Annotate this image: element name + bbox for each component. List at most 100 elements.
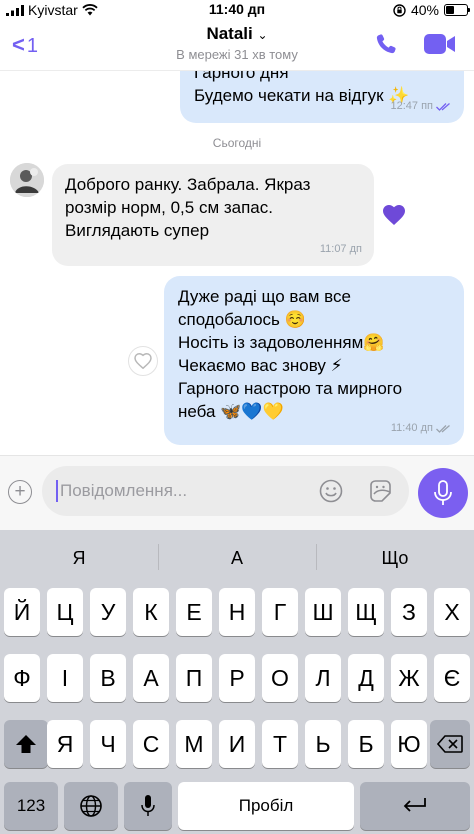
- key-2-1[interactable]: Ф: [4, 654, 40, 702]
- dictation-key[interactable]: [124, 782, 172, 830]
- message-outgoing[interactable]: Дуже раді що вам все сподобалось ☺️ Носі…: [164, 276, 464, 445]
- chevron-down-icon: ⌄: [257, 28, 268, 42]
- video-call-icon[interactable]: [424, 33, 456, 55]
- message-text: Гарного дня Будемо чекати на відгук ✨: [194, 70, 410, 107]
- contact-name: Natali: [206, 24, 253, 43]
- suggestion-2[interactable]: А: [158, 530, 316, 584]
- message-line: Чекаємо вас знову ⚡: [178, 356, 343, 375]
- key-2-8[interactable]: Л: [305, 654, 341, 702]
- key-1-5[interactable]: Е: [176, 588, 212, 636]
- battery-icon: [444, 4, 470, 16]
- message-line: Доброго ранку. Забрала. Якраз: [65, 175, 311, 194]
- space-key[interactable]: Пробіл: [178, 782, 354, 830]
- message-line: Виглядають супер: [65, 221, 210, 240]
- message-list[interactable]: Гарного дня Будемо чекати на відгук ✨ 12…: [0, 70, 474, 455]
- contact-status: В мережі 31 хв тому: [176, 47, 298, 62]
- chat-header: <1 Natali ⌄ В мережі 31 хв тому: [0, 20, 474, 71]
- microphone-button[interactable]: [418, 468, 468, 518]
- status-bar: Kyivstar 11:40 дп 40%: [0, 0, 474, 20]
- message-meta: 11:07 дп: [320, 238, 362, 261]
- message-incoming[interactable]: Доброго ранку. Забрала. Якраз розмір нор…: [52, 164, 374, 266]
- key-3-3[interactable]: С: [133, 720, 169, 768]
- phone-call-icon[interactable]: [374, 32, 398, 56]
- heart-outline-icon: [134, 353, 152, 369]
- key-3-9[interactable]: Ю: [391, 720, 427, 768]
- date-divider: Сьогодні: [212, 136, 262, 150]
- message-composer: + Повідомлення...: [0, 455, 474, 531]
- avatar[interactable]: [10, 163, 44, 197]
- key-2-11[interactable]: Є: [434, 654, 470, 702]
- key-1-9[interactable]: Щ: [348, 588, 384, 636]
- key-3-1[interactable]: Я: [47, 720, 83, 768]
- key-1-3[interactable]: У: [90, 588, 126, 636]
- message-line: сподобалось ☺️: [178, 310, 306, 329]
- orientation-lock-icon: [393, 3, 406, 17]
- message-input[interactable]: Повідомлення...: [42, 466, 409, 516]
- key-2-9[interactable]: Д: [348, 654, 384, 702]
- predictive-bar: Я А Що: [0, 530, 474, 584]
- suggestion-3[interactable]: Що: [316, 530, 474, 584]
- key-3-2[interactable]: Ч: [90, 720, 126, 768]
- key-2-3[interactable]: В: [90, 654, 126, 702]
- backspace-icon: [436, 735, 463, 753]
- return-key[interactable]: [360, 782, 470, 830]
- contact-info[interactable]: Natali ⌄ В мережі 31 хв тому: [0, 24, 474, 62]
- microphone-icon: [141, 795, 155, 816]
- like-button[interactable]: [380, 201, 408, 229]
- message-input-placeholder: Повідомлення...: [56, 480, 187, 502]
- double-check-icon: [436, 425, 450, 433]
- message-meta: 12:47 пп: [391, 95, 453, 118]
- message-time: 12:47 пп: [390, 100, 434, 112]
- key-3-6[interactable]: Т: [262, 720, 298, 768]
- message-line: Гарного дня: [194, 70, 289, 82]
- globe-icon: [80, 795, 102, 817]
- key-1-10[interactable]: З: [391, 588, 427, 636]
- message-outgoing[interactable]: Гарного дня Будемо чекати на відгук ✨ 12…: [180, 70, 464, 123]
- key-1-8[interactable]: Ш: [305, 588, 341, 636]
- battery-percent: 40%: [410, 2, 439, 18]
- key-1-6[interactable]: Н: [219, 588, 255, 636]
- key-1-7[interactable]: Г: [262, 588, 298, 636]
- emoji-icon[interactable]: [319, 479, 343, 503]
- shift-key[interactable]: [4, 720, 48, 768]
- globe-key[interactable]: [64, 782, 118, 830]
- message-line: Гарного настрою та мирного: [178, 379, 403, 398]
- message-text: Доброго ранку. Забрала. Якраз розмір нор…: [65, 173, 310, 242]
- message-line: розмір норм, 0,5 см запас.: [65, 198, 273, 217]
- suggestion-1[interactable]: Я: [0, 530, 158, 584]
- plus-icon[interactable]: +: [8, 480, 32, 504]
- key-3-5[interactable]: И: [219, 720, 255, 768]
- avatar-image: [10, 163, 44, 197]
- status-right: 40%: [393, 2, 470, 18]
- message-line: неба 🦋💙💛: [178, 402, 284, 421]
- key-3-7[interactable]: Ь: [305, 720, 341, 768]
- key-2-5[interactable]: П: [176, 654, 212, 702]
- backspace-key[interactable]: [430, 720, 470, 768]
- message-line: Дуже раді що вам все: [178, 287, 351, 306]
- microphone-icon: [434, 480, 452, 505]
- numbers-key[interactable]: 123: [4, 782, 58, 830]
- key-2-10[interactable]: Ж: [391, 654, 427, 702]
- shift-icon: [16, 735, 36, 753]
- key-2-4[interactable]: А: [133, 654, 169, 702]
- key-2-7[interactable]: О: [262, 654, 298, 702]
- sticker-icon[interactable]: [368, 479, 393, 503]
- key-2-6[interactable]: Р: [219, 654, 255, 702]
- return-icon: [403, 798, 426, 812]
- key-1-1[interactable]: Й: [4, 588, 40, 636]
- keyboard: Я А Що Й Ц У К Е Н Г Ш Щ З Х Ф І В А П Р…: [0, 530, 474, 834]
- key-3-4[interactable]: М: [176, 720, 212, 768]
- key-1-11[interactable]: Х: [434, 588, 470, 636]
- message-line: Носіть із задоволенням🤗: [178, 333, 385, 352]
- key-2-2[interactable]: І: [47, 654, 83, 702]
- contact-name-row: Natali ⌄: [0, 24, 474, 44]
- like-button[interactable]: [128, 346, 158, 376]
- message-line: Будемо чекати на відгук ✨: [194, 86, 410, 105]
- key-1-2[interactable]: Ц: [47, 588, 83, 636]
- key-3-8[interactable]: Б: [348, 720, 384, 768]
- message-text: Дуже раді що вам все сподобалось ☺️ Носі…: [178, 285, 402, 423]
- message-meta: 11:40 дп: [391, 417, 452, 440]
- message-time: 11:40 дп: [390, 422, 433, 434]
- message-time: 11:07 дп: [319, 243, 362, 255]
- key-1-4[interactable]: К: [133, 588, 169, 636]
